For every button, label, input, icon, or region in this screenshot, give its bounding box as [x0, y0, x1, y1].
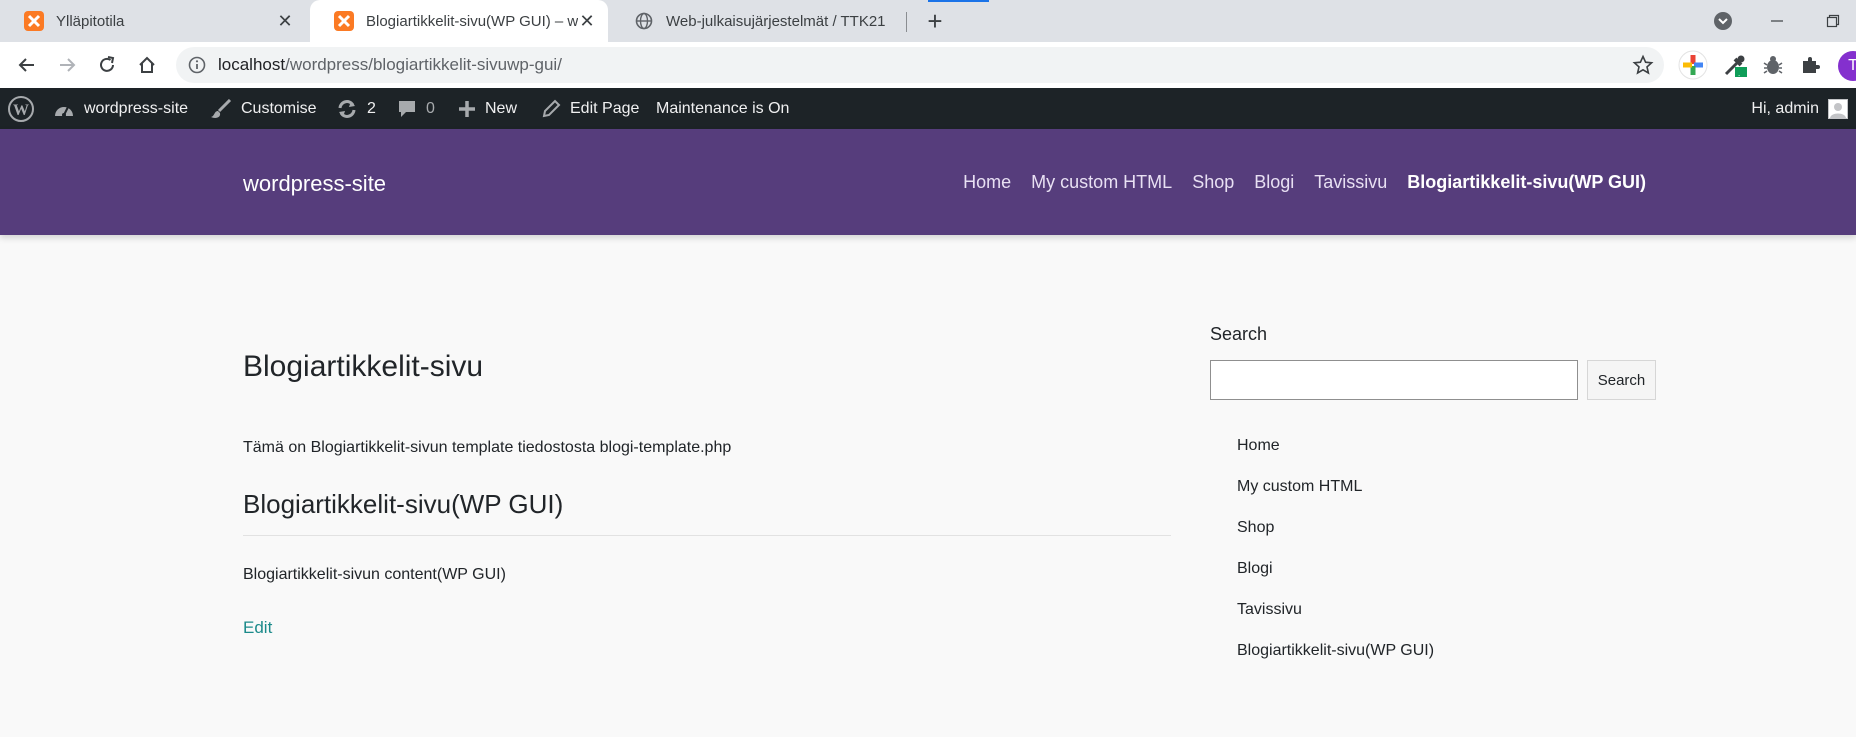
user-avatar-icon [1828, 98, 1848, 119]
menu-item-shop[interactable]: Shop [1192, 172, 1234, 193]
content-divider [243, 535, 1171, 536]
adminbar-updates[interactable]: 2 [336, 88, 376, 129]
template-text: Tämä on Blogiartikkelit-sivun template t… [243, 439, 732, 456]
sidebar-page-home[interactable]: Home [1237, 436, 1434, 477]
browser-toolbar: localhost/wordpress/blogiartikkelit-sivu… [0, 42, 1856, 88]
updates-refresh-icon [336, 99, 358, 119]
adminbar-comments[interactable]: 0 [397, 88, 435, 129]
page-title: Blogiartikkelit-sivu [243, 350, 484, 383]
tab-separator [906, 12, 907, 32]
xampp-icon [24, 11, 44, 31]
back-button[interactable] [10, 48, 44, 82]
pages-list: Home My custom HTML Shop Blogi Tavissivu… [1237, 436, 1434, 682]
adminbar-new-label: New [485, 99, 518, 117]
bug-extension-icon[interactable] [1758, 50, 1788, 80]
reload-button[interactable] [90, 48, 124, 82]
comment-bubble-icon [397, 99, 417, 119]
url-host: localhost [218, 55, 286, 74]
search-widget-label: Search [1210, 324, 1268, 344]
adminbar-customise[interactable]: Customise [210, 88, 317, 129]
tab-drag-indicator [928, 0, 989, 2]
primary-menu: Home My custom HTML Shop Blogi Tavissivu… [943, 172, 1646, 193]
adminbar-greeting: Hi, admin [1751, 99, 1819, 117]
home-icon [139, 56, 155, 73]
sidebar-page-blogiartikkelit[interactable]: Blogiartikkelit-sivu(WP GUI) [1237, 641, 1434, 682]
svg-text:.: . [1738, 69, 1740, 78]
pencil-icon [541, 99, 561, 119]
address-bar[interactable]: localhost/wordpress/blogiartikkelit-sivu… [176, 47, 1664, 83]
tab-title: Blogiartikkelit-sivu(WP GUI) – wo [366, 12, 578, 30]
menu-item-tavissivu[interactable]: Tavissivu [1314, 172, 1387, 193]
url-text[interactable]: localhost/wordpress/blogiartikkelit-sivu… [218, 55, 562, 75]
menu-item-my-custom-html[interactable]: My custom HTML [1031, 172, 1172, 193]
close-tab-icon[interactable]: ✕ [578, 11, 596, 31]
close-tab-icon[interactable]: ✕ [276, 11, 294, 31]
tab-yllapitotila[interactable]: Ylläpitotila ✕ [0, 0, 306, 42]
site-title[interactable]: wordpress-site [243, 171, 386, 197]
wp-admin-bar: W wordpress-site Customise 2 0 New Edit … [0, 88, 1856, 129]
eyedropper-extension-icon[interactable]: . [1720, 50, 1750, 80]
plus-icon [458, 100, 476, 118]
edit-link[interactable]: Edit [243, 618, 272, 638]
tab-web-julkaisu[interactable]: Web-julkaisujärjestelmät / TTK21 [610, 0, 906, 42]
info-icon[interactable] [188, 56, 206, 74]
adminbar-new[interactable]: New [458, 88, 517, 129]
adminbar-edit-page[interactable]: Edit Page [541, 88, 639, 129]
adminbar-maintenance-label: Maintenance is On [656, 99, 790, 117]
xampp-icon [334, 11, 354, 31]
reload-icon [100, 56, 115, 72]
tab-title: Web-julkaisujärjestelmät / TTK21 [666, 12, 886, 30]
tab-blogiartikkelit[interactable]: Blogiartikkelit-sivu(WP GUI) – wo ✕ [310, 0, 608, 42]
back-arrow-icon [18, 58, 34, 72]
home-button[interactable] [130, 48, 164, 82]
search-button[interactable]: Search [1587, 360, 1656, 400]
new-tab-button[interactable]: + [922, 6, 948, 36]
dashboard-gauge-icon [53, 100, 75, 118]
minimize-icon[interactable] [1762, 0, 1792, 42]
extensions-puzzle-icon[interactable] [1796, 50, 1826, 80]
adminbar-customise-label: Customise [241, 99, 317, 117]
adminbar-edit-page-label: Edit Page [570, 99, 640, 117]
adminbar-my-account[interactable]: Hi, admin [1751, 88, 1848, 129]
search-input[interactable] [1210, 360, 1578, 400]
sidebar-page-my-custom-html[interactable]: My custom HTML [1237, 477, 1434, 518]
adminbar-site-name-label: wordpress-site [84, 99, 189, 117]
sidebar-page-tavissivu[interactable]: Tavissivu [1237, 600, 1434, 641]
menu-item-blogi[interactable]: Blogi [1254, 172, 1294, 193]
globe-icon [634, 11, 654, 31]
content-heading: Blogiartikkelit-sivu(WP GUI) [243, 489, 564, 519]
google-plus-extension-icon[interactable] [1678, 50, 1708, 80]
menu-item-home[interactable]: Home [963, 172, 1011, 193]
adminbar-maintenance[interactable]: Maintenance is On [656, 88, 789, 129]
tab-search-icon[interactable] [1710, 0, 1736, 42]
wp-logo-menu[interactable]: W [8, 88, 34, 129]
url-path: /wordpress/blogiartikkelit-sivuwp-gui/ [285, 55, 562, 74]
svg-text:W: W [13, 102, 29, 119]
browser-tab-bar: Ylläpitotila ✕ Blogiartikkelit-sivu(WP G… [0, 0, 1856, 42]
menu-item-blogiartikkelit-current[interactable]: Blogiartikkelit-sivu(WP GUI) [1407, 172, 1646, 193]
tab-title: Ylläpitotila [56, 12, 125, 30]
bookmark-star-icon[interactable] [1632, 54, 1654, 76]
forward-arrow-icon [60, 58, 76, 72]
content-body-text: Blogiartikkelit-sivun content(WP GUI) [243, 566, 506, 583]
adminbar-site-name[interactable]: wordpress-site [53, 88, 188, 129]
adminbar-comments-count: 0 [426, 99, 435, 117]
sidebar-page-shop[interactable]: Shop [1237, 518, 1434, 559]
profile-avatar-button[interactable]: T [1838, 51, 1856, 81]
paintbrush-icon [210, 98, 232, 119]
site-header: wordpress-site Home My custom HTML Shop … [0, 129, 1856, 235]
restore-icon[interactable] [1818, 0, 1848, 42]
adminbar-updates-count: 2 [367, 99, 376, 117]
sidebar-page-blogi[interactable]: Blogi [1237, 559, 1434, 600]
wordpress-logo-icon: W [8, 95, 34, 122]
forward-button[interactable] [50, 48, 84, 82]
